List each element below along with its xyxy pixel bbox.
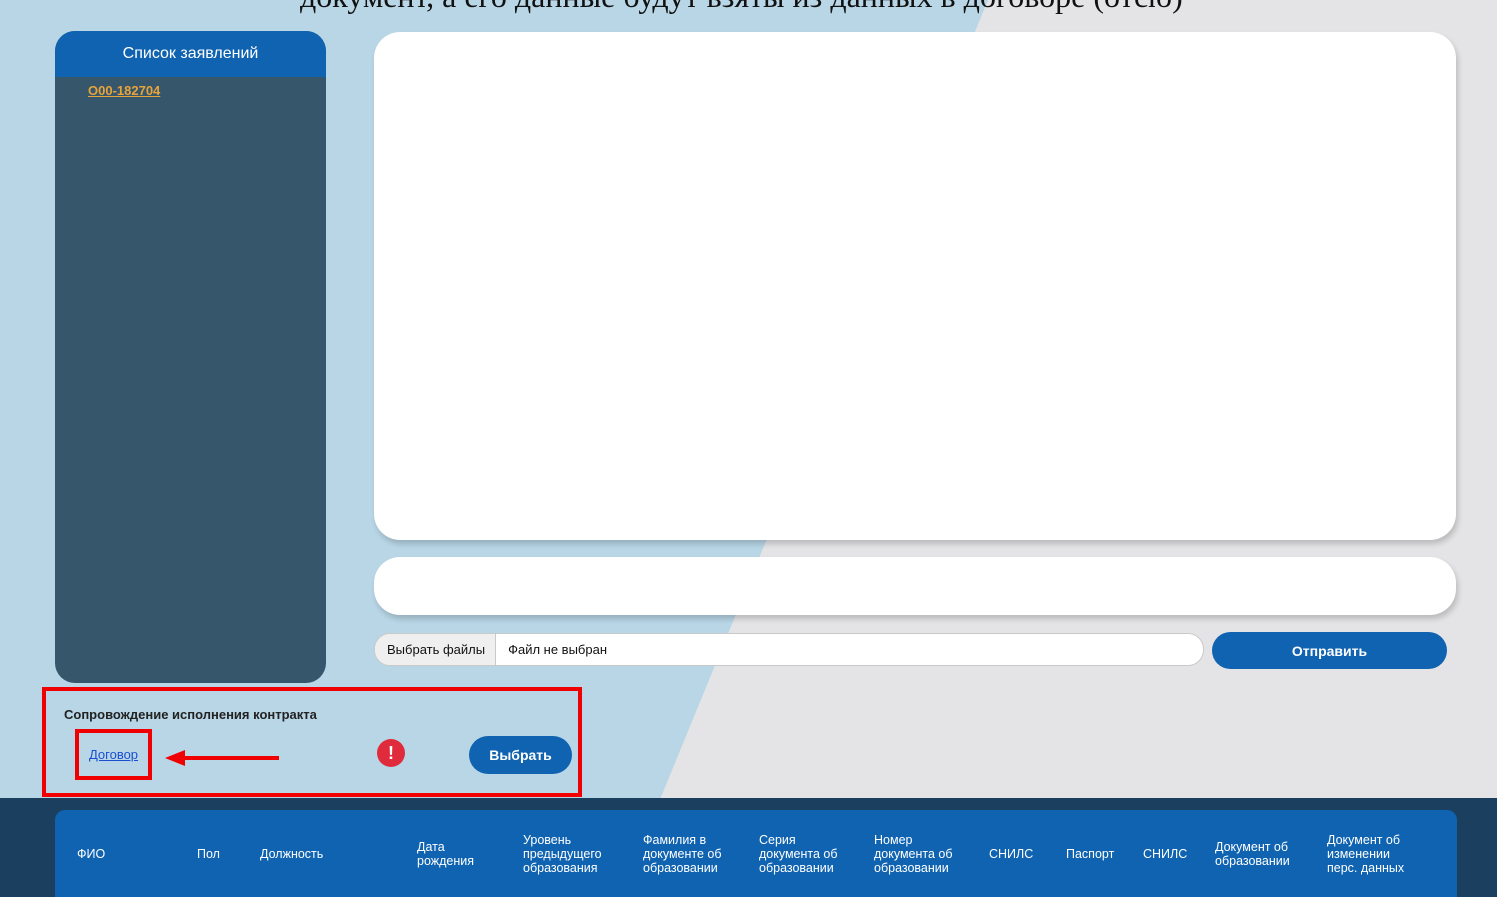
column-header-birth-date: Дата рождения xyxy=(417,840,475,868)
column-header-passport: Паспорт xyxy=(1066,847,1115,861)
select-button[interactable]: Выбрать xyxy=(469,736,572,774)
file-picker[interactable]: Выбрать файлы Файл не выбран xyxy=(374,633,1204,666)
table-header: ФИО Пол Должность Дата рождения Уровень … xyxy=(55,810,1457,897)
column-header-personal-data-change: Документ об изменении перс. данных xyxy=(1327,833,1405,875)
messages-area xyxy=(374,32,1456,540)
applications-sidebar: Список заявлений О00-182704 xyxy=(55,31,326,683)
column-header-fio: ФИО xyxy=(77,847,106,861)
choose-files-button[interactable]: Выбрать файлы xyxy=(375,634,497,665)
column-header-doc-series: Серия документа об образовании xyxy=(759,833,838,875)
contract-section-title: Сопровождение исполнения контракта xyxy=(64,707,317,722)
column-header-gender: Пол xyxy=(197,847,220,861)
application-link[interactable]: О00-182704 xyxy=(88,83,160,98)
top-partial-text: документ, а его данные будут взяты из да… xyxy=(300,0,1183,15)
column-header-snils: СНИЛС xyxy=(989,847,1034,861)
send-button[interactable]: Отправить xyxy=(1212,632,1447,669)
contract-link[interactable]: Договор xyxy=(89,747,138,762)
file-status-text: Файл не выбран xyxy=(508,642,608,657)
sidebar-title: Список заявлений xyxy=(55,31,326,77)
message-input[interactable] xyxy=(374,557,1456,615)
arrow-left-icon xyxy=(165,750,279,766)
column-header-snils-scan: СНИЛС xyxy=(1143,847,1188,861)
contract-link-highlight: Договор xyxy=(75,729,152,780)
column-header-surname-in-doc: Фамилия в документе об образовании xyxy=(643,833,722,875)
column-header-position: Должность xyxy=(260,847,324,861)
column-header-doc-number: Номер документа об образовании xyxy=(874,833,953,875)
alert-icon: ! xyxy=(377,739,405,767)
column-header-education-doc: Документ об образовании xyxy=(1215,840,1290,868)
column-header-education-level: Уровень предыдущего образования xyxy=(523,833,602,875)
